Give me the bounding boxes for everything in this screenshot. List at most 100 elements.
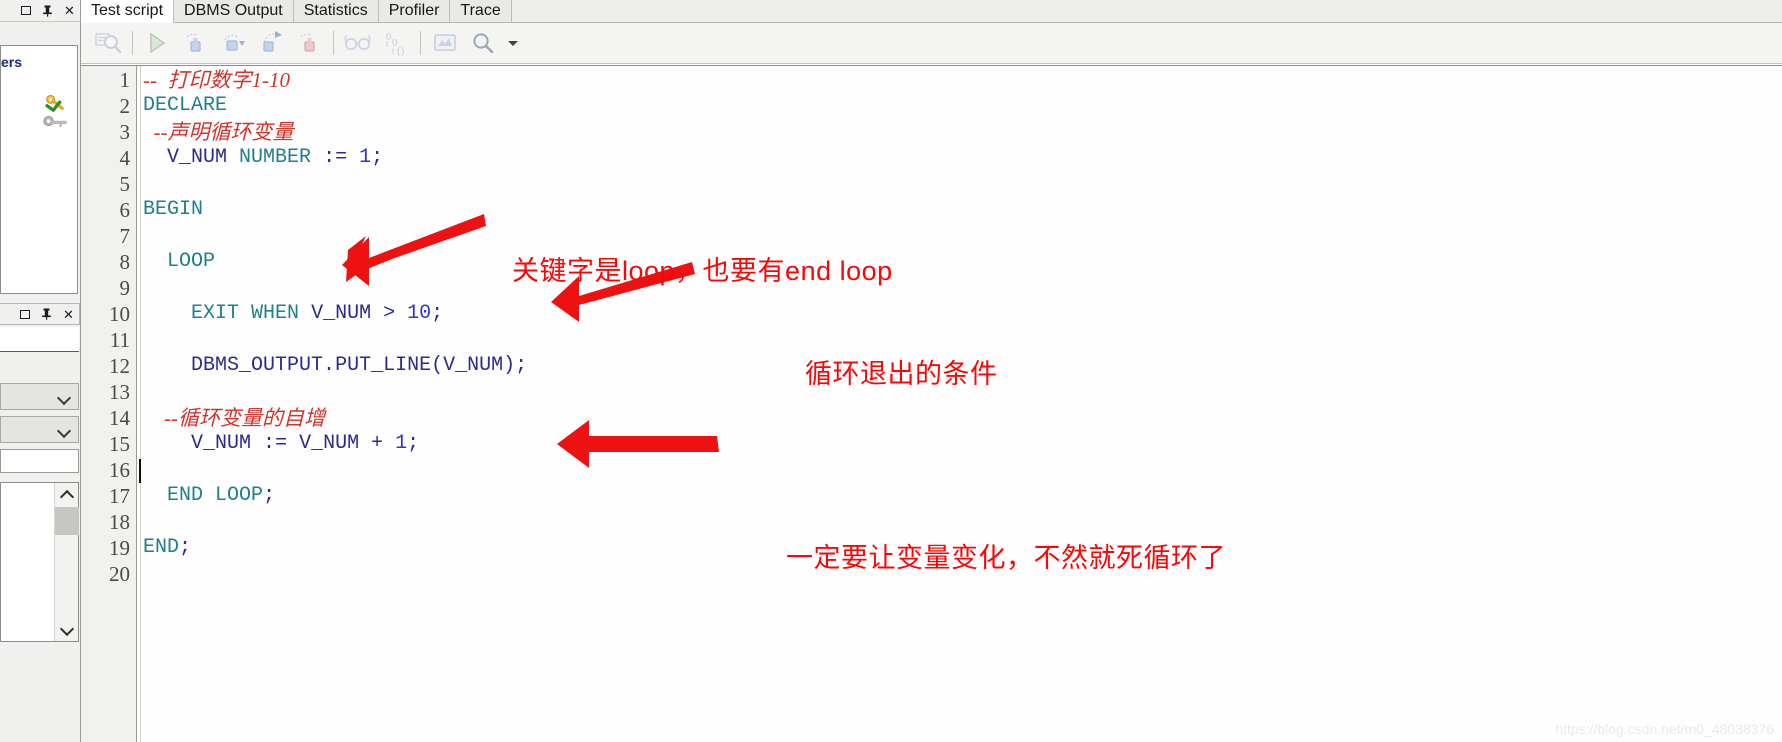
line-number: 9 — [119, 276, 131, 300]
chevron-down-icon-2 — [58, 426, 71, 434]
gold-key-icon — [45, 94, 64, 112]
line-number: 5 — [119, 172, 131, 196]
toolbar-separator-2 — [333, 31, 334, 55]
editor-toolbar: 0 0 t t () — [81, 23, 1782, 64]
scrollbar-thumb[interactable] — [55, 507, 79, 535]
execute-icon[interactable] — [138, 26, 176, 60]
watermark-text: https://blog.csdn.net/m0_48038376 — [1555, 721, 1774, 737]
dock-white-strip — [0, 327, 79, 352]
text-caret — [139, 459, 141, 483]
users-tree-panel[interactable]: ers — [0, 45, 78, 294]
line-number: 20 — [109, 562, 130, 586]
pin-icon[interactable] — [41, 4, 54, 17]
line-number: 4 — [119, 146, 131, 170]
line-number: 13 — [109, 380, 130, 404]
code-line: -- 打印数字1-10 — [143, 68, 290, 92]
variables-icon[interactable]: 0 0 t t () — [377, 26, 415, 60]
line-number: 15 — [109, 432, 130, 456]
line-number: 17 — [109, 484, 130, 508]
scroll-down-button[interactable] — [55, 619, 79, 641]
step-into-icon[interactable] — [176, 26, 214, 60]
chevron-up-icon — [61, 490, 73, 498]
code-line: --声明循环变量 — [143, 120, 294, 144]
tab-label: Test script — [91, 1, 164, 19]
step-out-icon[interactable] — [252, 26, 290, 60]
dock-bottom-strip — [0, 644, 79, 742]
left-dock-panel: ✕ ers ✕ — [0, 0, 81, 742]
line-number: 14 — [109, 406, 130, 430]
code-line: EXIT WHEN V_NUM > 10; — [191, 302, 444, 325]
annotation-text-2: 循环退出的条件 — [805, 359, 998, 389]
tab-label: Trace — [460, 1, 501, 19]
line-number: 19 — [109, 536, 130, 560]
line-number: 6 — [119, 198, 131, 222]
annotation-text-1: 关键字是loop，也要有end loop — [512, 256, 893, 286]
code-line: DECLARE — [143, 94, 228, 117]
line-number: 8 — [119, 250, 131, 274]
toolbar-separator-3 — [420, 31, 421, 55]
pin-glyph — [43, 5, 52, 17]
code-line: END LOOP; — [167, 484, 276, 507]
line-number: 12 — [109, 354, 130, 378]
tab-label: Profiler — [388, 1, 440, 19]
line-number-gutter: 1 2 3 4 5 6 7 8 9 10 11 12 13 14 15 16 17 18 19 20 — [81, 66, 137, 742]
line-number: 11 — [109, 328, 130, 352]
dropdown-field-2[interactable] — [0, 416, 79, 443]
line-number: 3 — [119, 120, 131, 144]
sidebar-list-panel[interactable] — [0, 482, 79, 642]
code-line: V_NUM NUMBER := 1; — [167, 146, 384, 169]
dock-titlebar-top: ✕ — [0, 0, 80, 22]
tab-profiler[interactable]: Profiler — [378, 0, 451, 22]
svg-text:(): () — [397, 45, 405, 56]
restore-icon-2[interactable] — [18, 308, 31, 321]
line-number-list: 1 2 3 4 5 6 7 8 9 10 11 12 13 14 15 16 17 18 19 20 — [81, 67, 137, 587]
code-content[interactable]: -- 打印数字1-10 DECLARE --声明循环变量 V_NUM NUMBER… — [139, 67, 1782, 742]
toolbar-separator-1 — [132, 31, 133, 55]
tab-statistics[interactable]: Statistics — [293, 0, 379, 22]
users-node-label: ers — [1, 54, 23, 70]
annotation-text-3: 一定要让变量变化，不然就死循环了 — [786, 543, 1226, 573]
tab-label: DBMS Output — [184, 1, 283, 19]
line-number: 2 — [119, 94, 131, 118]
find-icon[interactable] — [464, 26, 502, 60]
tab-dbms-output[interactable]: DBMS Output — [174, 0, 294, 22]
scroll-up-button[interactable] — [55, 483, 79, 505]
dock-titlebar-lower: ✕ — [0, 303, 80, 325]
view-breakpoints-icon[interactable] — [339, 26, 377, 60]
pin-icon-2[interactable] — [40, 308, 53, 321]
tab-test-script[interactable]: Test script — [81, 0, 175, 23]
restore-icon[interactable] — [19, 4, 32, 17]
line-number: 1 — [119, 68, 131, 92]
gutter-edge — [137, 66, 141, 742]
annotation-arrow-3 — [557, 420, 719, 468]
sidebar-text-input[interactable] — [0, 449, 79, 473]
step-over-icon[interactable] — [214, 26, 252, 60]
dropdown-field-1[interactable] — [0, 383, 79, 410]
close-icon[interactable]: ✕ — [63, 4, 76, 17]
line-number: 7 — [119, 224, 131, 248]
grey-key-icon — [43, 116, 67, 128]
line-number: 10 — [109, 302, 130, 326]
chevron-down-icon — [58, 393, 71, 401]
line-number: 16 — [109, 458, 130, 482]
dock-filler-strip — [0, 353, 79, 381]
explain-plan-icon[interactable] — [89, 26, 127, 60]
dock-spacer-top — [0, 23, 80, 43]
tab-bar: Test script DBMS Output Statistics Profi… — [81, 0, 1782, 23]
find-dropdown-icon[interactable] — [502, 26, 524, 60]
run-to-exception-icon[interactable] — [290, 26, 328, 60]
close-icon-2[interactable]: ✕ — [62, 308, 75, 321]
tab-label: Statistics — [303, 1, 368, 19]
code-editor[interactable]: 1 2 3 4 5 6 7 8 9 10 11 12 13 14 15 16 17 18 19 20 -- 打印数字1… — [81, 65, 1782, 742]
chevron-down-icon-3 — [61, 626, 73, 634]
tab-trace[interactable]: Trace — [450, 0, 512, 22]
code-line: --循环变量的自增 — [143, 406, 325, 430]
pin-glyph-2 — [42, 308, 51, 320]
vertical-scrollbar[interactable] — [54, 483, 79, 641]
output-window-icon[interactable] — [426, 26, 464, 60]
code-line: V_NUM := V_NUM + 1; — [191, 432, 420, 455]
